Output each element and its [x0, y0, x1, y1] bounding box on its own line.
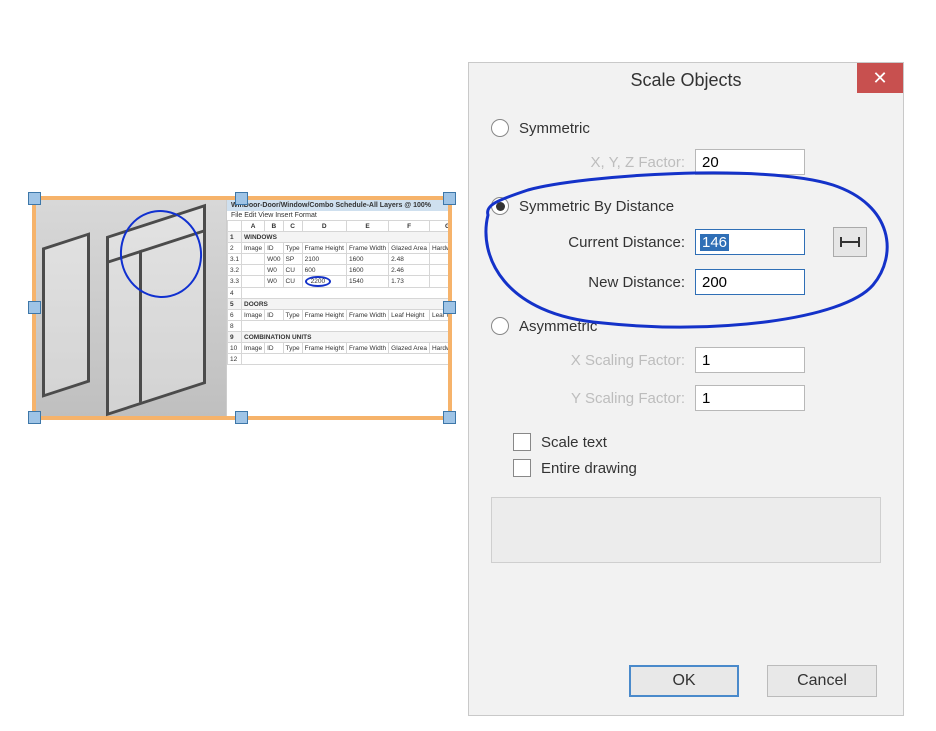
current-distance-value: 146 — [700, 234, 729, 251]
close-button[interactable]: ✕ — [857, 63, 903, 93]
y-scaling-label: Y Scaling Factor: — [535, 390, 695, 407]
ok-button-label: OK — [672, 672, 695, 690]
dialog-title-text: Scale Objects — [630, 70, 741, 91]
resize-handle[interactable] — [235, 411, 248, 424]
x-scaling-label: X Scaling Factor: — [535, 352, 695, 369]
dialog-title: Scale Objects ✕ — [469, 63, 903, 97]
worksheet-title: WinDoor-Door/Window/Combo Schedule-All L… — [227, 200, 448, 211]
checkbox-scale-text-label: Scale text — [541, 434, 607, 451]
message-area — [491, 497, 881, 563]
measure-button[interactable] — [833, 227, 867, 257]
radio-symmetric-by-distance-label: Symmetric By Distance — [519, 198, 674, 215]
new-distance-input[interactable] — [695, 269, 805, 295]
resize-handle[interactable] — [28, 411, 41, 424]
cancel-button[interactable]: Cancel — [767, 665, 877, 697]
door-model — [42, 232, 90, 398]
worksheet-panel: WinDoor-Door/Window/Combo Schedule-All L… — [226, 200, 448, 416]
scale-objects-dialog: Scale Objects ✕ Symmetric X, Y, Z Factor… — [468, 62, 904, 716]
resize-handle[interactable] — [28, 192, 41, 205]
radio-symmetric[interactable] — [491, 119, 509, 137]
resize-handle[interactable] — [443, 192, 456, 205]
current-distance-input[interactable]: 146 — [695, 229, 805, 255]
radio-asymmetric-label: Asymmetric — [519, 318, 597, 335]
window-model — [106, 204, 206, 416]
resize-handle[interactable] — [443, 301, 456, 314]
checkbox-scale-text[interactable] — [513, 433, 531, 451]
worksheet-table: ABCDEFG 1WINDOWS 2 Image ID Type Frame H… — [227, 220, 448, 365]
radio-symmetric-label: Symmetric — [519, 120, 590, 137]
worksheet-menu: File Edit View Insert Format — [227, 211, 448, 220]
x-scaling-input[interactable] — [695, 347, 805, 373]
model-view — [36, 200, 226, 416]
resize-handle[interactable] — [235, 192, 248, 205]
y-scaling-input[interactable] — [695, 385, 805, 411]
resize-handle[interactable] — [28, 301, 41, 314]
radio-asymmetric[interactable] — [491, 317, 509, 335]
cancel-button-label: Cancel — [797, 672, 847, 690]
current-distance-label: Current Distance: — [535, 234, 695, 251]
xyz-factor-input[interactable] — [695, 149, 805, 175]
ok-button[interactable]: OK — [629, 665, 739, 697]
selected-viewport[interactable]: WinDoor-Door/Window/Combo Schedule-All L… — [32, 196, 452, 420]
checkbox-entire-drawing-label: Entire drawing — [541, 460, 637, 477]
new-distance-label: New Distance: — [535, 274, 695, 291]
xyz-factor-label: X, Y, Z Factor: — [535, 154, 695, 171]
close-icon: ✕ — [872, 68, 887, 89]
resize-handle[interactable] — [443, 411, 456, 424]
checkbox-entire-drawing[interactable] — [513, 459, 531, 477]
radio-symmetric-by-distance[interactable] — [491, 197, 509, 215]
measure-icon — [839, 235, 861, 249]
